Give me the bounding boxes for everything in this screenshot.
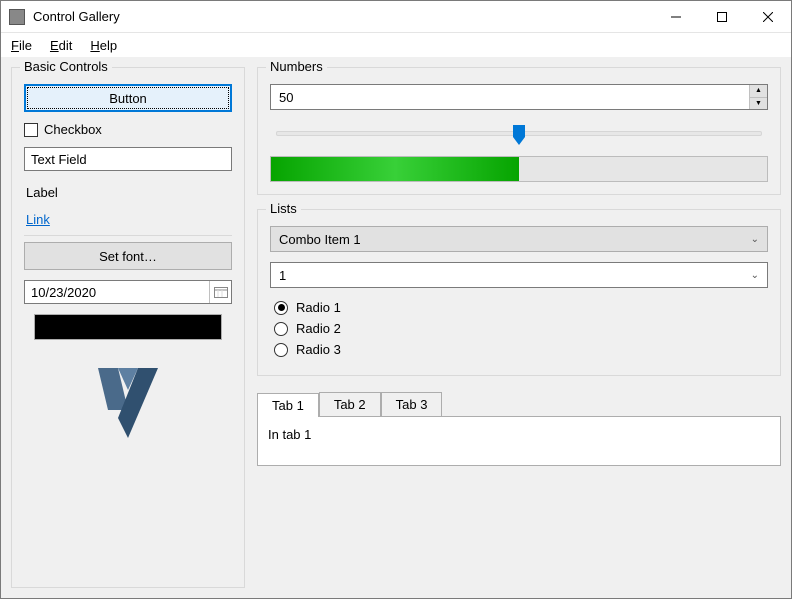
slider-thumb[interactable] bbox=[513, 125, 525, 145]
spin-up-button[interactable]: ▲ bbox=[750, 85, 767, 98]
spin-value: 50 bbox=[271, 85, 749, 109]
text-field-value: Text Field bbox=[31, 152, 87, 167]
radio-selected-icon bbox=[274, 301, 288, 315]
checkbox[interactable]: Checkbox bbox=[24, 122, 232, 137]
numbers-group: Numbers 50 ▲ ▼ bbox=[257, 67, 781, 195]
spin-down-button[interactable]: ▼ bbox=[750, 98, 767, 110]
combo-1-value: Combo Item 1 bbox=[279, 232, 361, 247]
chevron-down-icon: ⌄ bbox=[751, 270, 759, 281]
radio-unselected-icon bbox=[274, 322, 288, 336]
radio-2[interactable]: Radio 2 bbox=[274, 321, 768, 336]
close-button[interactable] bbox=[745, 2, 791, 32]
tab-1[interactable]: Tab 1 bbox=[257, 393, 319, 417]
tab-3[interactable]: Tab 3 bbox=[381, 392, 443, 416]
progress-fill bbox=[271, 157, 519, 181]
combo-box-2[interactable]: 1 ⌄ bbox=[270, 262, 768, 288]
maximize-icon bbox=[717, 12, 727, 22]
radio-1[interactable]: Radio 1 bbox=[274, 300, 768, 315]
checkbox-box-icon bbox=[24, 123, 38, 137]
slider[interactable] bbox=[276, 118, 762, 148]
right-column: Numbers 50 ▲ ▼ bbox=[257, 67, 781, 588]
tab-control: Tab 1 Tab 2 Tab 3 In tab 1 bbox=[257, 392, 781, 466]
tabstrip: Tab 1 Tab 2 Tab 3 bbox=[257, 392, 781, 416]
lists-group: Lists Combo Item 1 ⌄ 1 ⌄ Radio 1 bbox=[257, 209, 781, 376]
checkbox-label: Checkbox bbox=[44, 122, 102, 137]
slider-thumb-icon bbox=[513, 125, 525, 145]
progress-bar bbox=[270, 156, 768, 182]
demo-link[interactable]: Link bbox=[24, 210, 52, 229]
basic-controls-legend: Basic Controls bbox=[20, 59, 112, 74]
menu-help[interactable]: Help bbox=[86, 36, 121, 55]
lists-legend: Lists bbox=[266, 201, 301, 216]
basic-controls-group: Basic Controls Button Checkbox Text Fiel… bbox=[11, 67, 245, 588]
minimize-icon bbox=[671, 12, 681, 22]
app-window: Control Gallery File Edit Help Basic Con… bbox=[0, 0, 792, 599]
radio-1-label: Radio 1 bbox=[296, 300, 341, 315]
window-title: Control Gallery bbox=[33, 9, 653, 24]
date-picker[interactable]: 10/23/2020 bbox=[24, 280, 232, 304]
app-icon bbox=[9, 9, 25, 25]
combo-box-1[interactable]: Combo Item 1 ⌄ bbox=[270, 226, 768, 252]
left-column: Basic Controls Button Checkbox Text Fiel… bbox=[11, 67, 245, 588]
radio-3-label: Radio 3 bbox=[296, 342, 341, 357]
set-font-button[interactable]: Set font… bbox=[24, 242, 232, 270]
date-value: 10/23/2020 bbox=[25, 281, 209, 303]
tab-2[interactable]: Tab 2 bbox=[319, 392, 381, 416]
menu-file[interactable]: File bbox=[7, 36, 36, 55]
demo-button-label: Button bbox=[109, 91, 147, 106]
maximize-button[interactable] bbox=[699, 2, 745, 32]
v-logo-icon bbox=[93, 360, 163, 440]
client-area: Basic Controls Button Checkbox Text Fiel… bbox=[1, 57, 791, 598]
demo-button[interactable]: Button bbox=[24, 84, 232, 112]
titlebar: Control Gallery bbox=[1, 1, 791, 33]
radio-unselected-icon bbox=[274, 343, 288, 357]
numbers-legend: Numbers bbox=[266, 59, 327, 74]
chevron-down-icon: ⌄ bbox=[751, 234, 759, 245]
minimize-button[interactable] bbox=[653, 2, 699, 32]
logo-wrap bbox=[24, 340, 232, 440]
static-label: Label bbox=[24, 181, 232, 204]
spin-box[interactable]: 50 ▲ ▼ bbox=[270, 84, 768, 110]
radio-2-label: Radio 2 bbox=[296, 321, 341, 336]
menu-edit[interactable]: Edit bbox=[46, 36, 76, 55]
set-font-label: Set font… bbox=[99, 249, 157, 264]
tab-page: In tab 1 bbox=[257, 416, 781, 466]
radio-3[interactable]: Radio 3 bbox=[274, 342, 768, 357]
date-dropdown-button[interactable] bbox=[209, 281, 231, 303]
text-field[interactable]: Text Field bbox=[24, 147, 232, 171]
spin-buttons: ▲ ▼ bbox=[749, 85, 767, 109]
calendar-icon bbox=[214, 286, 228, 298]
menubar: File Edit Help bbox=[1, 33, 791, 57]
color-picker[interactable] bbox=[34, 314, 222, 340]
separator bbox=[24, 235, 232, 236]
combo-2-value: 1 bbox=[279, 268, 286, 283]
tab-1-content: In tab 1 bbox=[268, 427, 311, 442]
close-icon bbox=[763, 12, 773, 22]
